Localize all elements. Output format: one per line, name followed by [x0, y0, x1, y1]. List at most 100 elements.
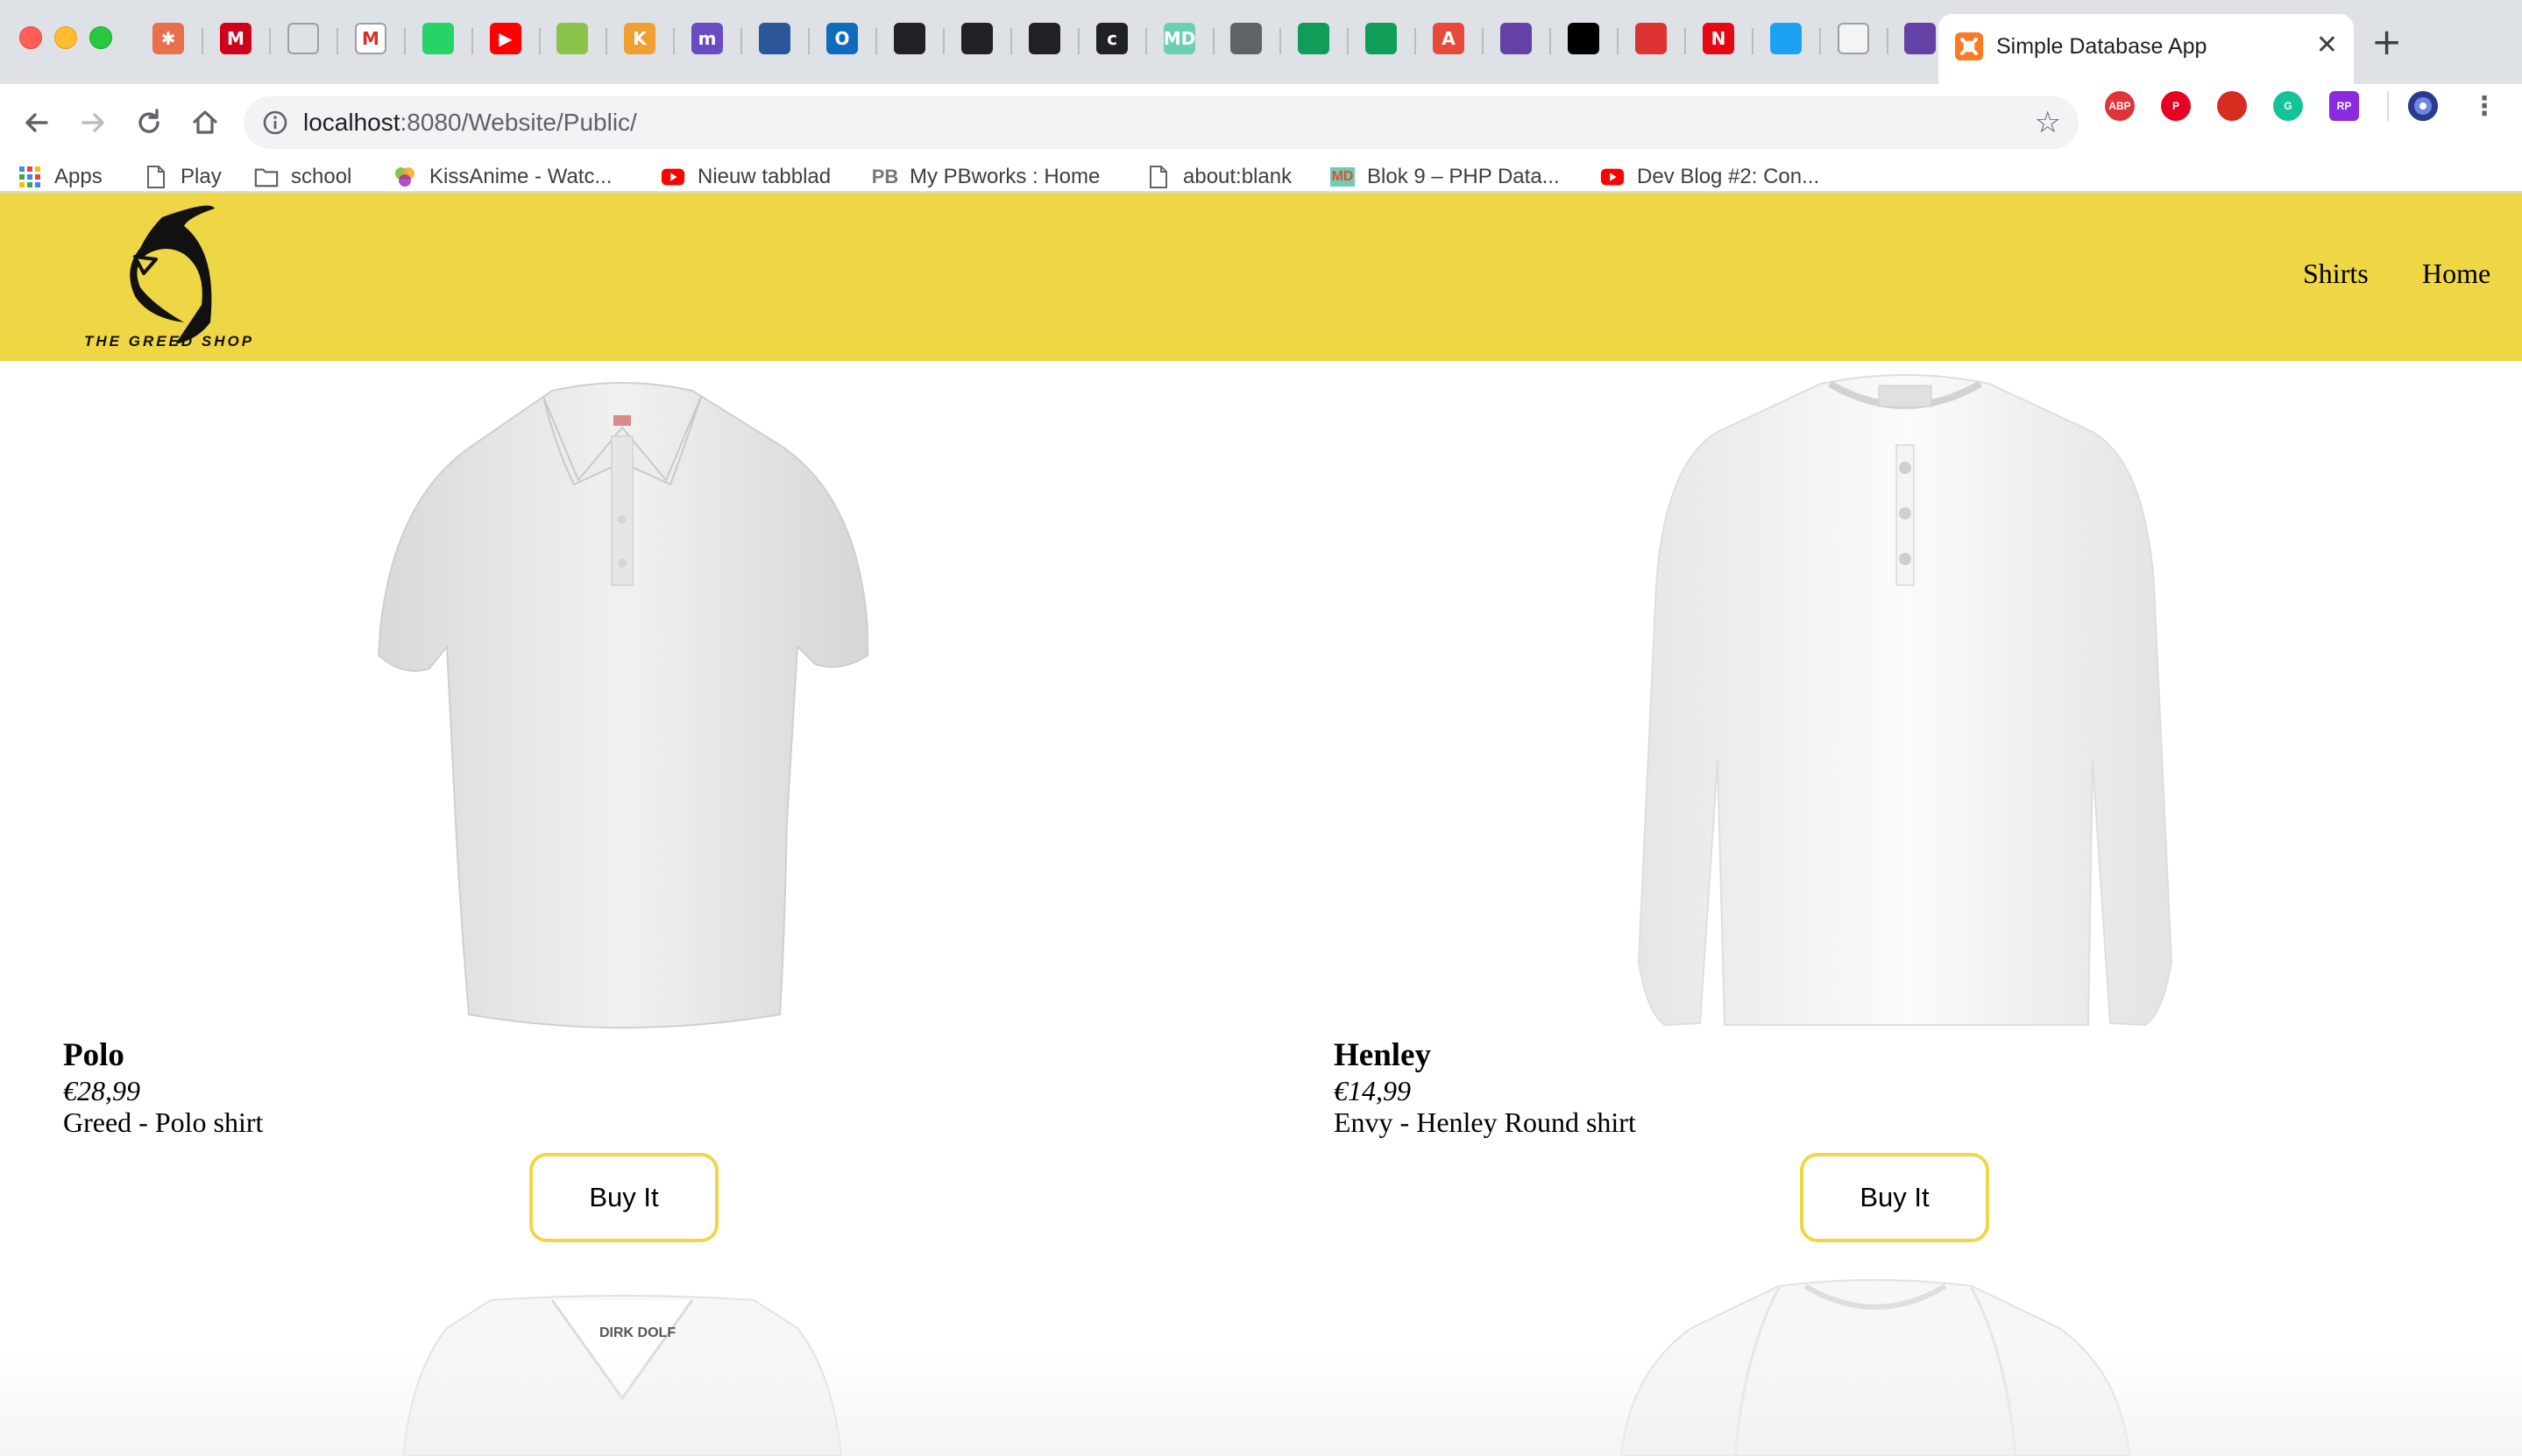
bookmark-label: Blok 9 – PHP Data...	[1367, 165, 1560, 188]
arrow-left-icon	[25, 113, 48, 132]
a-red-icon[interactable]: A	[1433, 23, 1464, 54]
buy-it-button[interactable]: Buy It	[1800, 1153, 1989, 1242]
bookmark-label: about:blank	[1183, 165, 1293, 188]
netflix-icon[interactable]: N	[1703, 23, 1734, 54]
bookmark-item[interactable]: Dev Blog #2: Con...	[1600, 161, 1819, 193]
outlook-icon[interactable]: O	[826, 23, 858, 54]
tab-separator	[539, 28, 541, 54]
hand-stop-icon[interactable]	[2217, 91, 2247, 121]
henley-shirt-image[interactable]	[1637, 366, 2173, 1032]
md-icon: MD	[1329, 165, 1356, 189]
grammarly-icon[interactable]: G	[2273, 91, 2303, 121]
bookmark-item[interactable]: PB My PBworks : Home	[872, 161, 1101, 193]
home-icon	[193, 110, 217, 134]
product-name: Henley	[1334, 1037, 1431, 1073]
bookmark-item[interactable]: MD Blok 9 – PHP Data...	[1329, 161, 1560, 193]
bookmark-label: My PBworks : Home	[910, 165, 1101, 188]
adblock-icon[interactable]: ABP	[2105, 91, 2135, 121]
tab-separator	[740, 28, 742, 54]
github-icon[interactable]	[1568, 23, 1599, 54]
pinterest-icon[interactable]: P	[2161, 91, 2191, 121]
kissanime-icon	[393, 165, 417, 189]
twitch-icon-2[interactable]	[1904, 23, 1936, 54]
cube-icon[interactable]	[1230, 23, 1262, 54]
browser-menu-icon[interactable]: ⋮	[2469, 91, 2499, 122]
tab-separator	[1347, 28, 1349, 54]
youtube-icon	[661, 165, 685, 189]
close-tab-icon[interactable]: ✕	[2316, 30, 2338, 61]
sheets-icon[interactable]	[1298, 23, 1329, 54]
info-icon[interactable]	[261, 109, 289, 137]
youtube-icon[interactable]: ▶	[490, 23, 521, 54]
bookmark-item[interactable]: Nieuw tabblad	[661, 161, 831, 193]
site-header: THE GREED SHOP	[0, 193, 2522, 361]
browser-toolbar: localhost:8080/Website/Public/ ☆	[0, 84, 2522, 161]
profile-avatar[interactable]	[2408, 91, 2438, 121]
toolbar-divider	[2387, 91, 2389, 121]
tab-separator	[1617, 28, 1619, 54]
url-path: :8080/Website/Public/	[400, 109, 637, 136]
bookmark-label: Play	[181, 165, 222, 188]
tab-separator	[943, 28, 945, 54]
active-tab[interactable]: Simple Database App ✕	[1938, 14, 2354, 84]
bookmark-item[interactable]: school	[254, 161, 351, 193]
document-icon	[1146, 165, 1171, 189]
reload-button[interactable]	[126, 100, 172, 145]
buy-it-button[interactable]: Buy It	[529, 1153, 719, 1242]
twitter-icon[interactable]	[1770, 23, 1802, 54]
nav-link-shirts[interactable]: Shirts	[2303, 256, 2369, 291]
tab-separator	[1279, 28, 1281, 54]
active-tab-title: Simple Database App	[1996, 34, 2207, 59]
forward-button[interactable]	[70, 100, 116, 145]
tab-separator	[269, 28, 271, 54]
bookmark-item[interactable]: KissAnime - Watc...	[393, 161, 612, 193]
sheets-icon-2[interactable]	[1365, 23, 1397, 54]
whatsapp-icon[interactable]	[422, 23, 454, 54]
bookmark-item[interactable]: Apps	[18, 161, 103, 193]
document-icon[interactable]	[287, 23, 319, 54]
gmail-icon[interactable]: M	[355, 23, 386, 54]
nav-link-home[interactable]: Home	[2422, 256, 2490, 291]
tab-separator	[1145, 28, 1147, 54]
k-icon[interactable]: K	[624, 23, 655, 54]
trello-icon[interactable]	[1029, 23, 1060, 54]
raglan-shirt-image[interactable]	[1604, 1276, 2147, 1456]
product-description: Envy - Henley Round shirt	[1334, 1106, 1636, 1138]
bookmark-item[interactable]: Play	[144, 161, 222, 193]
back-button[interactable]	[14, 100, 60, 145]
address-bar[interactable]: localhost:8080/Website/Public/ ☆	[244, 96, 2079, 149]
polo-shirt-image[interactable]	[368, 366, 876, 1032]
tab-separator	[337, 28, 338, 54]
kissanime-icon[interactable]	[556, 23, 588, 54]
face-icon[interactable]	[1838, 23, 1869, 54]
c-terminal-icon[interactable]: c	[1096, 23, 1128, 54]
blue-book-icon[interactable]	[759, 23, 790, 54]
bookmark-star-icon[interactable]: ☆	[2035, 105, 2061, 140]
bookmark-label: KissAnime - Watc...	[429, 165, 613, 188]
record-icon[interactable]	[1635, 23, 1667, 54]
tab-separator	[1213, 28, 1215, 54]
tab-separator	[471, 28, 473, 54]
window-minimize-button[interactable]	[54, 26, 77, 49]
home-button[interactable]	[182, 100, 228, 145]
m-purple-icon[interactable]: m	[691, 23, 723, 54]
document-icon	[144, 165, 168, 189]
tab-separator	[1887, 28, 1888, 54]
url-host: localhost	[303, 109, 400, 136]
rp-icon[interactable]: RP	[2329, 91, 2359, 121]
board-icon[interactable]	[961, 23, 993, 54]
asterisk-app-icon[interactable]: ✱	[152, 23, 184, 54]
bookmark-label: Apps	[54, 165, 103, 188]
md-icon[interactable]: MD	[1164, 23, 1195, 54]
youtube-icon	[1600, 165, 1625, 189]
vneck-shirt-image[interactable]: DIRK DOLF	[386, 1293, 859, 1456]
new-tab-button[interactable]: +	[2371, 21, 2402, 63]
tab-separator	[875, 28, 877, 54]
m-red-icon[interactable]: M	[220, 23, 251, 54]
twitch-icon[interactable]	[1500, 23, 1532, 54]
window-maximize-button[interactable]	[89, 26, 112, 49]
tab-separator	[808, 28, 810, 54]
panel-icon[interactable]	[894, 23, 925, 54]
bookmark-item[interactable]: about:blank	[1146, 161, 1292, 193]
window-close-button[interactable]	[19, 26, 42, 49]
